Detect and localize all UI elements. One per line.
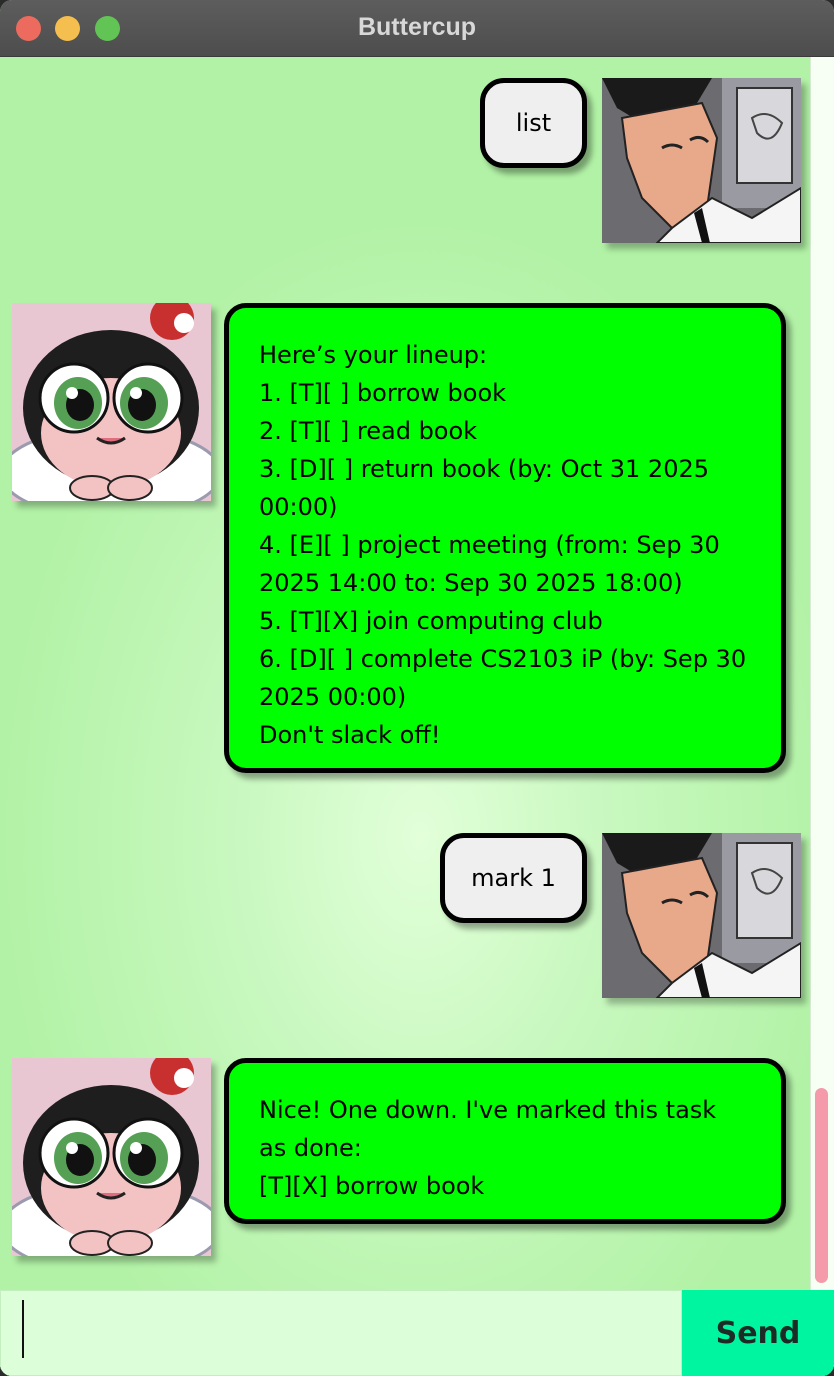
bot-message-line: Don't slack off!: [259, 721, 441, 749]
professor-avatar-icon: [602, 833, 801, 998]
bot-message-line: [T][X] borrow book: [259, 1172, 485, 1200]
bot-message-line: 5. [T][X] join computing club: [259, 607, 603, 635]
buttercup-avatar-icon: [12, 1058, 211, 1256]
bot-message-bubble: Here’s your lineup: 1. [T][ ] borrow boo…: [224, 303, 786, 773]
user-message-text: list: [515, 109, 552, 137]
bot-message-line: Here’s your lineup:: [259, 341, 488, 369]
buttercup-avatar-icon: [12, 303, 211, 501]
message-input[interactable]: [0, 1290, 682, 1376]
text-caret: [22, 1300, 24, 1358]
bot-message-line: 6. [D][ ] complete CS2103 iP (by: Sep 30…: [259, 645, 754, 711]
scrollbar-thumb[interactable]: [815, 1088, 828, 1283]
user-message-text: mark 1: [471, 864, 556, 892]
user-message-bubble: list: [480, 78, 587, 168]
bot-message-bubble: Nice! One down. I've marked this task as…: [224, 1058, 786, 1224]
bot-message-line: 1. [T][ ] borrow book: [259, 379, 507, 407]
bot-message-line: 2. [T][ ] read book: [259, 417, 478, 445]
bot-message-line: 4. [E][ ] project meeting (from: Sep 30 …: [259, 531, 728, 597]
window-title: Buttercup: [357, 13, 477, 41]
send-button[interactable]: Send: [682, 1290, 834, 1376]
user-message-bubble: mark 1: [440, 833, 587, 923]
title-bar: Buttercup: [0, 0, 834, 57]
bot-message-line: Nice! One down. I've marked this task as…: [259, 1096, 724, 1162]
professor-avatar-icon: [602, 78, 801, 243]
bot-message-line: 3. [D][ ] return book (by: Oct 31 2025 0…: [259, 455, 717, 521]
app-window: Buttercup list Here’s your lineup: 1. [T…: [0, 0, 834, 1376]
